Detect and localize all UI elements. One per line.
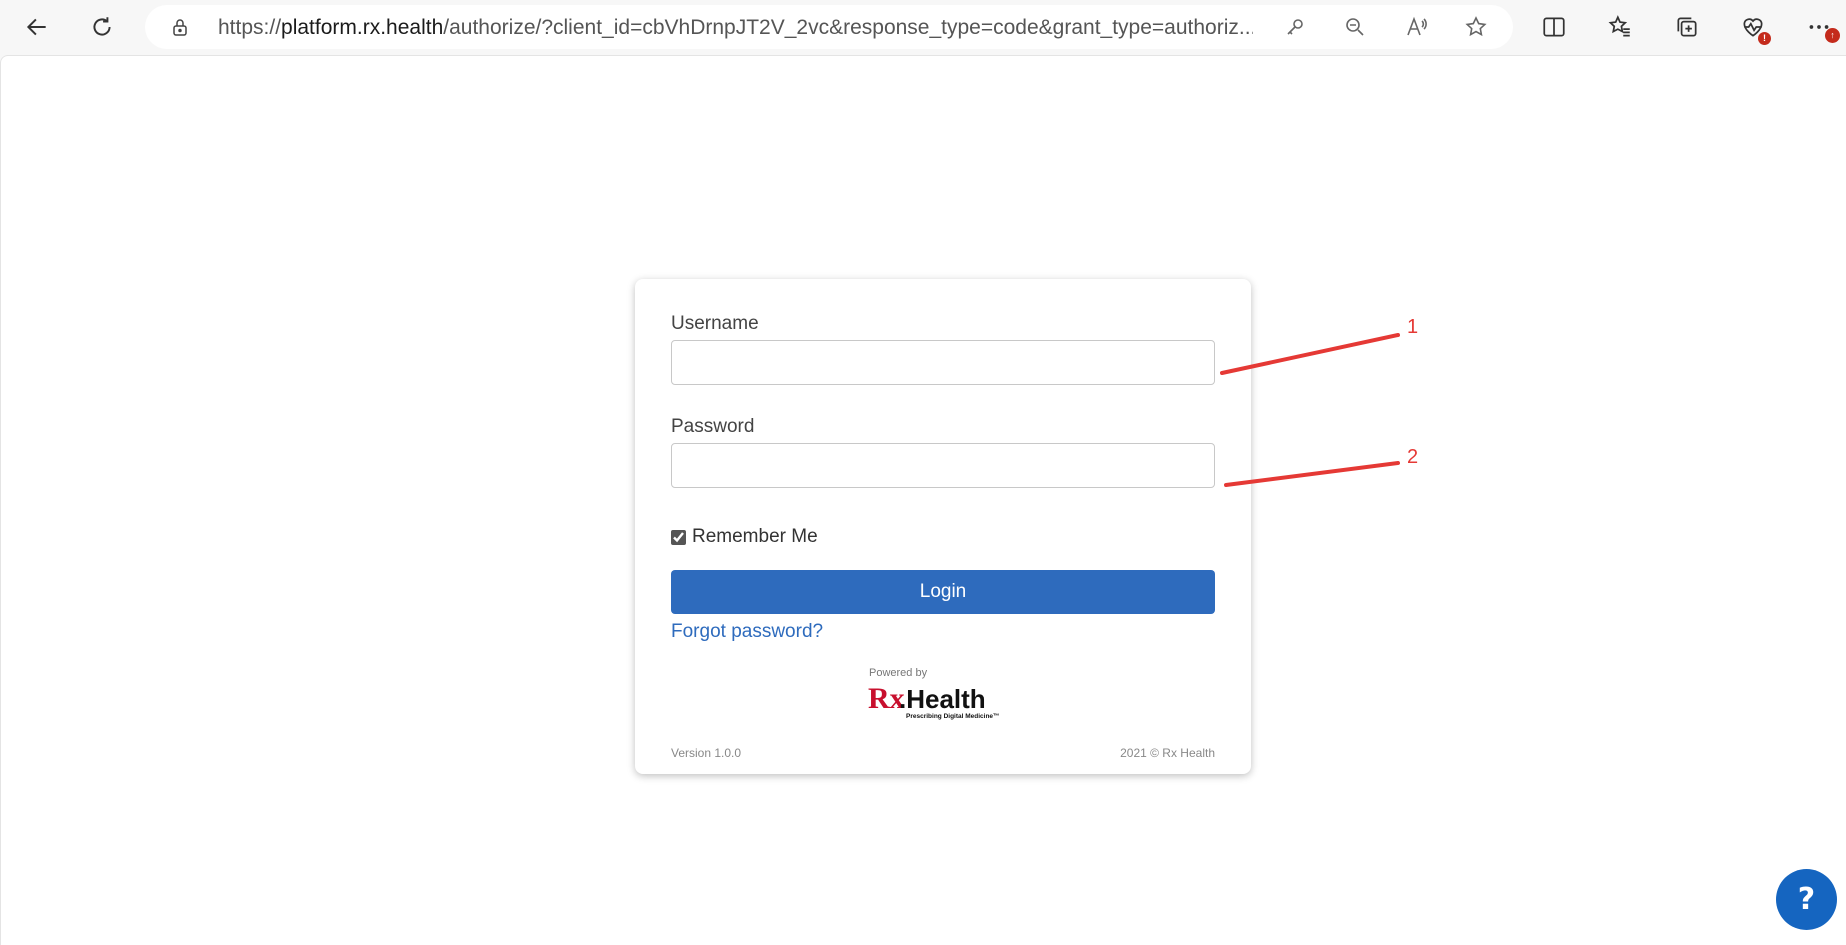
- username-input[interactable]: [671, 340, 1215, 385]
- login-button[interactable]: Login: [671, 570, 1215, 614]
- version-text: Version 1.0.0: [671, 746, 742, 760]
- more-icon[interactable]: ↑: [1800, 8, 1840, 46]
- collections-icon[interactable]: [1668, 8, 1706, 46]
- logo-tagline: Prescribing Digital Medicine™: [906, 713, 1000, 720]
- update-badge: ↑: [1825, 28, 1840, 43]
- remember-me-checkbox[interactable]: [671, 529, 686, 545]
- zoom-out-icon[interactable]: [1342, 14, 1368, 40]
- annotation-label-1: 1: [1407, 316, 1419, 338]
- password-input[interactable]: [671, 443, 1215, 488]
- health-icon[interactable]: !: [1734, 8, 1772, 46]
- refresh-icon[interactable]: [83, 8, 121, 46]
- remember-me: Remember Me: [671, 526, 818, 548]
- password-label: Password: [671, 416, 755, 437]
- lock-icon[interactable]: [170, 17, 190, 37]
- remember-me-label[interactable]: Remember Me: [692, 526, 818, 548]
- split-screen-icon[interactable]: [1535, 8, 1573, 46]
- page-viewport: Username Password Remember Me Login Forg…: [0, 55, 1846, 945]
- forgot-password-link[interactable]: Forgot password?: [671, 621, 823, 643]
- favorites-icon[interactable]: [1601, 8, 1639, 46]
- logo-health: .Health: [899, 684, 986, 714]
- browser-toolbar: https://platform.rx.health/authorize/?cl…: [0, 0, 1846, 54]
- login-card: Username Password Remember Me Login Forg…: [635, 279, 1251, 774]
- star-icon[interactable]: [1463, 14, 1489, 40]
- copyright-text: 2021 © Rx Health: [1120, 746, 1215, 760]
- annotation-label-2: 2: [1407, 446, 1419, 468]
- key-icon[interactable]: [1282, 14, 1308, 40]
- address-bar[interactable]: https://platform.rx.health/authorize/?cl…: [145, 5, 1513, 49]
- back-icon[interactable]: [18, 8, 56, 46]
- rx-health-logo: Rx .Health Prescribing Digital Medicine™: [868, 682, 1000, 720]
- help-button[interactable]: ?: [1776, 869, 1837, 930]
- powered-by-text: Powered by: [869, 667, 928, 679]
- health-badge: !: [1758, 32, 1771, 45]
- read-aloud-icon[interactable]: [1403, 14, 1429, 40]
- url-text[interactable]: https://platform.rx.health/authorize/?cl…: [218, 16, 1253, 40]
- username-label: Username: [671, 313, 759, 334]
